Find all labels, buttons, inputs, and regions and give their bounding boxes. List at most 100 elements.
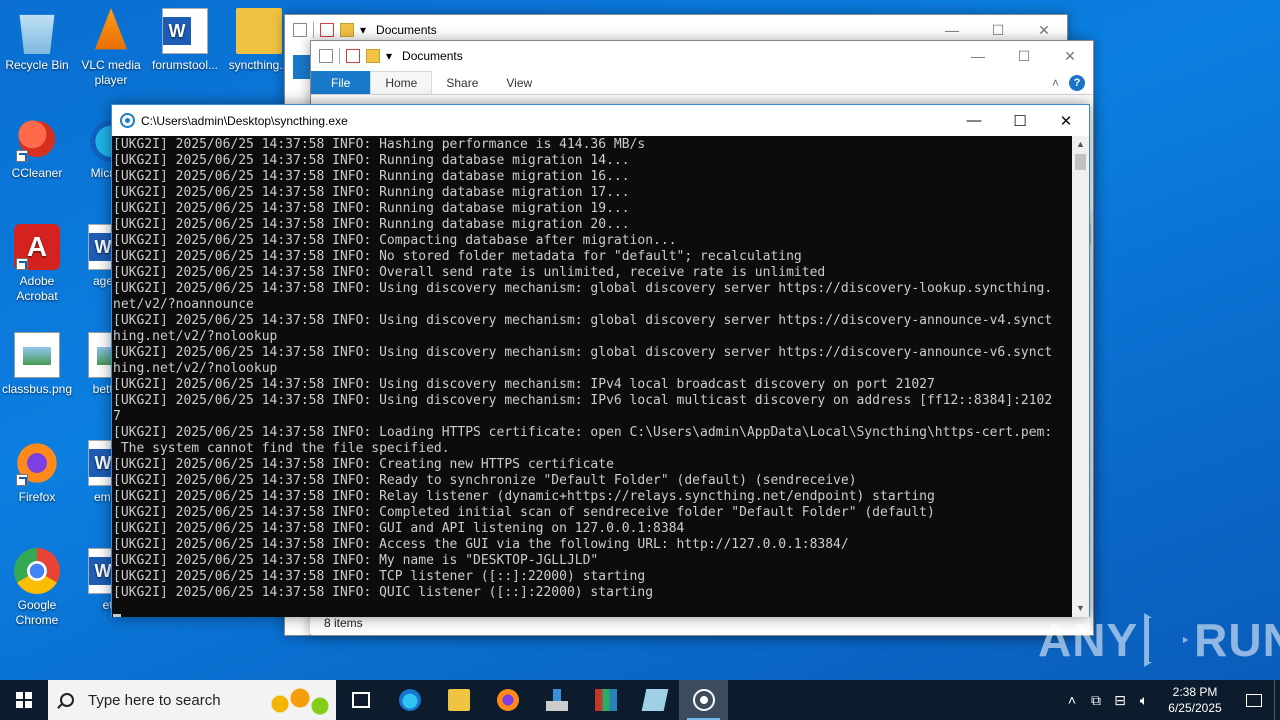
desktop-icon-chrome[interactable]: Google Chrome	[0, 548, 74, 628]
window-title: Documents	[402, 49, 463, 63]
desktop-icon-vlc[interactable]: VLC media player	[74, 8, 148, 88]
taskbar-edge[interactable]	[385, 680, 434, 720]
console-line: [UKG2I] 2025/06/25 14:37:58 INFO: Comple…	[113, 505, 935, 520]
notification-button[interactable]	[1234, 680, 1274, 720]
winrar-icon	[594, 689, 617, 711]
desktop-icon-label: Adobe Acrobat	[16, 274, 58, 303]
notification-icon	[1246, 693, 1262, 707]
properties-icon[interactable]	[293, 23, 307, 37]
console-title: C:\Users\admin\Desktop\syncthing.exe	[141, 113, 348, 128]
console-line: [UKG2I] 2025/06/25 14:37:58 INFO: Creati…	[113, 457, 614, 472]
taskbar-syncthing[interactable]	[679, 680, 728, 720]
console-title-bar[interactable]: C:\Users\admin\Desktop\syncthing.exe — ☐…	[112, 105, 1089, 136]
desktop-icon-label: forumstool...	[151, 58, 219, 72]
desktop: Recycle Bin CCleaner Adobe Acrobat class…	[0, 0, 1280, 680]
console-line: [UKG2I] 2025/06/25 14:37:58 INFO: Runnin…	[113, 169, 630, 184]
desktop-icon-ccleaner[interactable]: CCleaner	[0, 116, 74, 181]
maximize-button[interactable]: ☐	[997, 105, 1043, 136]
taskbar-notepad[interactable]	[630, 680, 679, 720]
watermark-text: RUN	[1194, 614, 1280, 666]
checkmark-icon[interactable]	[320, 23, 334, 37]
desktop-icon-adobe-acrobat[interactable]: Adobe Acrobat	[0, 224, 74, 304]
anyrun-watermark: ANY RUN	[1038, 610, 1280, 670]
console-line: hing.net/v2/?nolookup	[113, 329, 278, 344]
desktop-icon-forumstool[interactable]: forumstool...	[148, 8, 222, 73]
new-folder-icon[interactable]	[366, 49, 380, 63]
syncthing-icon	[692, 689, 715, 711]
taskbar-file-explorer[interactable]	[434, 680, 483, 720]
quick-access-toolbar: ▾	[285, 22, 366, 38]
chevron-down-icon[interactable]: ▾	[360, 23, 366, 37]
console-line: [UKG2I] 2025/06/25 14:37:58 INFO: Loadin…	[113, 425, 1053, 440]
chevron-down-icon[interactable]: ▾	[386, 49, 392, 63]
scroll-thumb[interactable]	[1075, 154, 1086, 170]
console-line: [UKG2I] 2025/06/25 14:37:58 INFO: Ready …	[113, 473, 857, 488]
clock-date: 6/25/2025	[1168, 701, 1222, 715]
taskbar-search-box[interactable]: Type here to search	[48, 680, 336, 720]
watermark-text: ANY	[1038, 614, 1139, 666]
chevron-up-icon[interactable]: ˄	[1060, 692, 1084, 708]
close-button[interactable]: ✕	[1043, 105, 1089, 136]
desktop-icon-label: Firefox	[18, 490, 56, 504]
shortcut-arrow-icon	[16, 150, 28, 162]
vlc-icon	[94, 8, 128, 50]
new-folder-icon[interactable]	[340, 23, 354, 37]
console-line: [UKG2I] 2025/06/25 14:37:58 INFO: Hashin…	[113, 137, 646, 152]
volume-icon[interactable]: 🔈︎	[1132, 692, 1156, 709]
item-count: 8 items	[324, 616, 363, 630]
ethernet-icon[interactable]: ⊟	[1108, 692, 1132, 709]
taskbar-firefox[interactable]	[483, 680, 532, 720]
edge-icon	[398, 689, 421, 711]
console-line: [UKG2I] 2025/06/25 14:37:58 INFO: Runnin…	[113, 185, 630, 200]
play-logo-icon	[1144, 613, 1189, 667]
search-highlight-image	[256, 680, 336, 720]
divider	[339, 48, 340, 64]
minimize-button[interactable]: —	[955, 41, 1001, 71]
desktop-icon-label: CCleaner	[11, 166, 63, 180]
desktop-icon-firefox[interactable]: Firefox	[0, 440, 74, 505]
title-bar[interactable]: ▾ Documents — ☐ ✕	[311, 41, 1093, 71]
checkmark-icon[interactable]	[346, 49, 360, 63]
help-icon[interactable]: ?	[1069, 74, 1085, 91]
clock[interactable]: 2:38 PM 6/25/2025	[1156, 684, 1234, 716]
show-desktop-button[interactable]	[1274, 680, 1280, 720]
desktop-icon-classbus[interactable]: classbus.png	[0, 332, 74, 397]
desktop-icon-recycle-bin[interactable]: Recycle Bin	[0, 8, 74, 73]
chrome-icon	[14, 548, 60, 594]
windows-logo-icon	[16, 692, 32, 708]
console-line: [UKG2I] 2025/06/25 14:37:58 INFO: GUI an…	[113, 521, 685, 536]
ribbon-tabs: File Home Share View ˄ ?	[311, 71, 1093, 95]
console-line: [UKG2I] 2025/06/25 14:37:58 INFO: Runnin…	[113, 153, 630, 168]
tab-share[interactable]: Share	[432, 71, 492, 94]
console-scrollbar[interactable]: ▲ ▼	[1072, 136, 1089, 617]
console-window[interactable]: C:\Users\admin\Desktop\syncthing.exe — ☐…	[111, 104, 1090, 617]
quick-access-toolbar: ▾	[311, 48, 392, 64]
tab-file[interactable]: File	[311, 71, 371, 94]
ccleaner-icon	[14, 116, 60, 162]
tab-home[interactable]: Home	[370, 71, 433, 94]
image-file-icon	[14, 332, 60, 378]
console-line: [UKG2I] 2025/06/25 14:37:58 INFO: Using …	[113, 313, 1053, 328]
word-document-icon	[162, 8, 208, 54]
scroll-up-icon[interactable]: ▲	[1072, 136, 1089, 153]
search-icon	[60, 693, 74, 707]
taskbar-winrar[interactable]	[581, 680, 630, 720]
maximize-button[interactable]: ☐	[1001, 41, 1047, 71]
taskbar-installer[interactable]	[532, 680, 581, 720]
desktop-icon-label: VLC media player	[81, 58, 141, 87]
tab-view[interactable]: View	[492, 71, 546, 94]
shortcut-arrow-icon	[16, 474, 28, 486]
notepad-icon	[641, 689, 668, 711]
start-button[interactable]	[0, 680, 48, 720]
network-icon[interactable]: ⧉	[1084, 692, 1108, 709]
properties-icon[interactable]	[319, 49, 333, 63]
console-line: hing.net/v2/?nolookup	[113, 361, 278, 376]
firefox-icon	[496, 689, 519, 711]
minimize-button[interactable]: —	[951, 105, 997, 136]
close-button[interactable]: ✕	[1047, 41, 1093, 71]
firefox-icon	[14, 440, 60, 486]
chevron-up-icon[interactable]: ˄	[1052, 76, 1059, 90]
shortcut-arrow-icon	[16, 258, 28, 270]
task-view-button[interactable]	[336, 680, 385, 720]
console-output[interactable]: [UKG2I] 2025/06/25 14:37:58 INFO: Hashin…	[112, 136, 1073, 617]
